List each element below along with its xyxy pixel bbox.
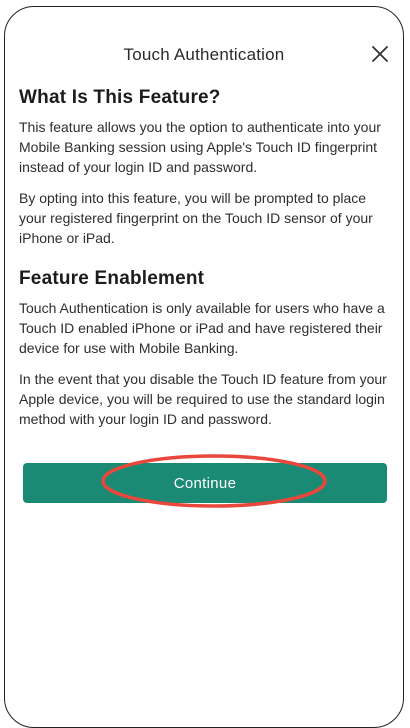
modal-header: Touch Authentication [5,7,403,65]
close-icon [372,46,388,62]
modal-frame: Touch Authentication What Is This Featur… [4,6,404,728]
page-title: Touch Authentication [123,45,285,64]
paragraph-enablement-1: Touch Authentication is only available f… [19,300,385,356]
paragraph-enablement-2: In the event that you disable the Touch … [19,371,387,427]
continue-area: Continue [23,454,387,508]
paragraph-what-1: This feature allows you the option to au… [19,119,381,175]
continue-button[interactable]: Continue [23,463,387,503]
close-button[interactable] [367,41,393,67]
section-heading-enablement: Feature Enablement [19,268,205,289]
modal-content: What Is This Feature? This feature allow… [19,87,391,440]
section-heading-what: What Is This Feature? [19,87,221,108]
paragraph-what-2: By opting into this feature, you will be… [19,190,373,246]
